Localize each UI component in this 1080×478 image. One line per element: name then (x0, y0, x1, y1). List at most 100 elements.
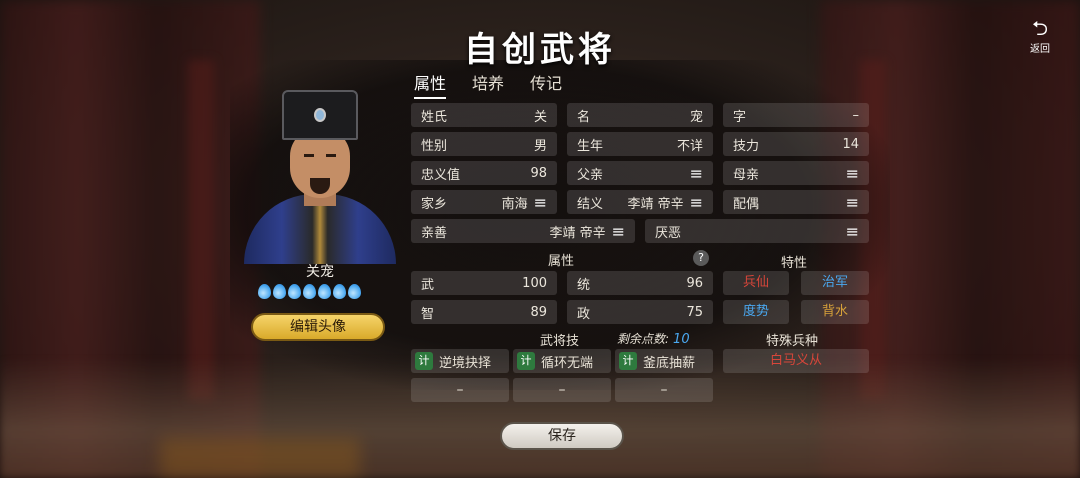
menu-icon[interactable]: ≡ (612, 222, 625, 241)
loyalty-value: 98 (530, 165, 547, 181)
strategy-badge-icon: 计 (415, 352, 433, 370)
talent-drop-icon (318, 284, 331, 299)
sworn-brothers-value: 李靖 帝辛 (627, 196, 684, 212)
remaining-points: 剩余点数: 10 (617, 330, 690, 347)
talent-drop-icon (333, 284, 346, 299)
loyalty-field[interactable]: 忠义值 98 (411, 161, 557, 185)
remaining-points-value: 10 (673, 332, 690, 347)
tab-bar: 属性 培养 传记 (414, 70, 562, 99)
mother-label: 母亲 (733, 167, 760, 183)
gender-value: 男 (533, 138, 547, 154)
surname-label: 姓氏 (421, 109, 448, 125)
skill-slot-2[interactable]: 计 循环无端 (513, 349, 611, 373)
attr-command-value: 96 (686, 275, 703, 291)
trait-1[interactable]: 兵仙 (723, 271, 789, 295)
courtesy-name-field[interactable]: 字 – (723, 103, 869, 127)
birth-year-label: 生年 (577, 138, 604, 154)
skill-name: 逆境抉择 (439, 355, 492, 371)
given-name-value: 宠 (689, 109, 703, 125)
traits-header: 特性 (781, 256, 808, 271)
background-rug (160, 438, 360, 478)
dislikes-field[interactable]: 厌恶 ≡ (645, 219, 869, 243)
loyalty-label: 忠义值 (421, 167, 461, 183)
page-title: 自创武将 (464, 30, 616, 70)
surname-field[interactable]: 姓氏 关 (411, 103, 557, 127)
special-troop-value[interactable]: 白马义从 (723, 349, 869, 373)
likes-field[interactable]: 亲善 李靖 帝辛 ≡ (411, 219, 635, 243)
trait-3[interactable]: 度势 (723, 300, 789, 324)
strategy-badge-icon: 计 (517, 352, 535, 370)
likes-value: 李靖 帝辛 (549, 225, 606, 241)
empty-skill-slot[interactable]: – (411, 378, 509, 402)
attributes-header: 属性 (548, 254, 575, 269)
attr-force-label: 武 (421, 277, 435, 293)
skill-name: 循环无端 (541, 355, 594, 371)
trait-4[interactable]: 背水 (801, 300, 869, 324)
tab-biography[interactable]: 传记 (530, 70, 562, 99)
hero-portrait (238, 88, 402, 264)
dislikes-label: 厌恶 (655, 225, 682, 241)
sworn-brothers-field[interactable]: 结义 李靖 帝辛 ≡ (567, 190, 713, 214)
menu-icon[interactable]: ≡ (846, 222, 859, 241)
talent-drop-icon (303, 284, 316, 299)
attr-command[interactable]: 统 96 (567, 271, 713, 295)
empty-skill-slot[interactable]: – (513, 378, 611, 402)
courtesy-name-value: – (852, 107, 860, 123)
talent-drop-icon (288, 284, 301, 299)
attr-command-label: 统 (577, 277, 591, 293)
empty-skill-slot[interactable]: – (615, 378, 713, 402)
talent-drops (258, 284, 361, 299)
menu-icon[interactable]: ≡ (534, 193, 547, 212)
given-name-field[interactable]: 名 宠 (567, 103, 713, 127)
spouse-label: 配偶 (733, 196, 760, 212)
tab-training[interactable]: 培养 (472, 70, 504, 99)
save-button[interactable]: 保存 (500, 422, 624, 450)
attr-politics-label: 政 (577, 306, 591, 322)
background-pillar (188, 60, 214, 400)
birth-year-field[interactable]: 生年 不详 (567, 132, 713, 156)
attr-intellect-label: 智 (421, 306, 435, 322)
skill-slot-3[interactable]: 计 釜底抽薪 (615, 349, 713, 373)
attr-politics-value: 75 (686, 304, 703, 320)
tab-attributes[interactable]: 属性 (414, 70, 447, 99)
back-button[interactable]: ⮌ 返回 (1020, 18, 1060, 55)
edit-avatar-button[interactable]: 编辑头像 (251, 313, 385, 341)
portrait-hat-jewel (314, 108, 326, 122)
return-arrow-icon: ⮌ (1031, 16, 1049, 40)
mother-field[interactable]: 母亲 ≡ (723, 161, 869, 185)
skill-power-label: 技力 (733, 138, 760, 154)
hometown-label: 家乡 (421, 196, 448, 212)
attr-politics[interactable]: 政 75 (567, 300, 713, 324)
spouse-field[interactable]: 配偶 ≡ (723, 190, 869, 214)
given-name-label: 名 (577, 109, 591, 125)
gender-field[interactable]: 性别 男 (411, 132, 557, 156)
menu-icon[interactable]: ≡ (690, 164, 703, 183)
likes-label: 亲善 (421, 225, 448, 241)
attr-intellect[interactable]: 智 89 (411, 300, 557, 324)
portrait-eye (326, 154, 336, 157)
attr-intellect-value: 89 (530, 304, 547, 320)
courtesy-name-label: 字 (733, 109, 747, 125)
menu-icon[interactable]: ≡ (690, 193, 703, 212)
sworn-brothers-label: 结义 (577, 196, 604, 212)
remaining-points-label: 剩余点数: (617, 332, 670, 346)
talent-drop-icon (348, 284, 361, 299)
strategy-badge-icon: 计 (619, 352, 637, 370)
skill-power-value: 14 (842, 136, 859, 152)
skills-header: 武将技 (540, 334, 580, 349)
attr-force[interactable]: 武 100 (411, 271, 557, 295)
help-icon[interactable]: ? (693, 250, 709, 266)
special-troop-header: 特殊兵种 (766, 334, 819, 349)
menu-icon[interactable]: ≡ (846, 193, 859, 212)
skill-slot-1[interactable]: 计 逆境抉择 (411, 349, 509, 373)
talent-drop-icon (258, 284, 271, 299)
back-label: 返回 (1030, 44, 1050, 55)
hometown-field[interactable]: 家乡 南海 ≡ (411, 190, 557, 214)
father-label: 父亲 (577, 167, 604, 183)
hero-name: 关宠 (306, 264, 334, 280)
attr-force-value: 100 (522, 275, 547, 291)
menu-icon[interactable]: ≡ (846, 164, 859, 183)
trait-2[interactable]: 治军 (801, 271, 869, 295)
birth-year-value: 不详 (676, 138, 703, 154)
father-field[interactable]: 父亲 ≡ (567, 161, 713, 185)
